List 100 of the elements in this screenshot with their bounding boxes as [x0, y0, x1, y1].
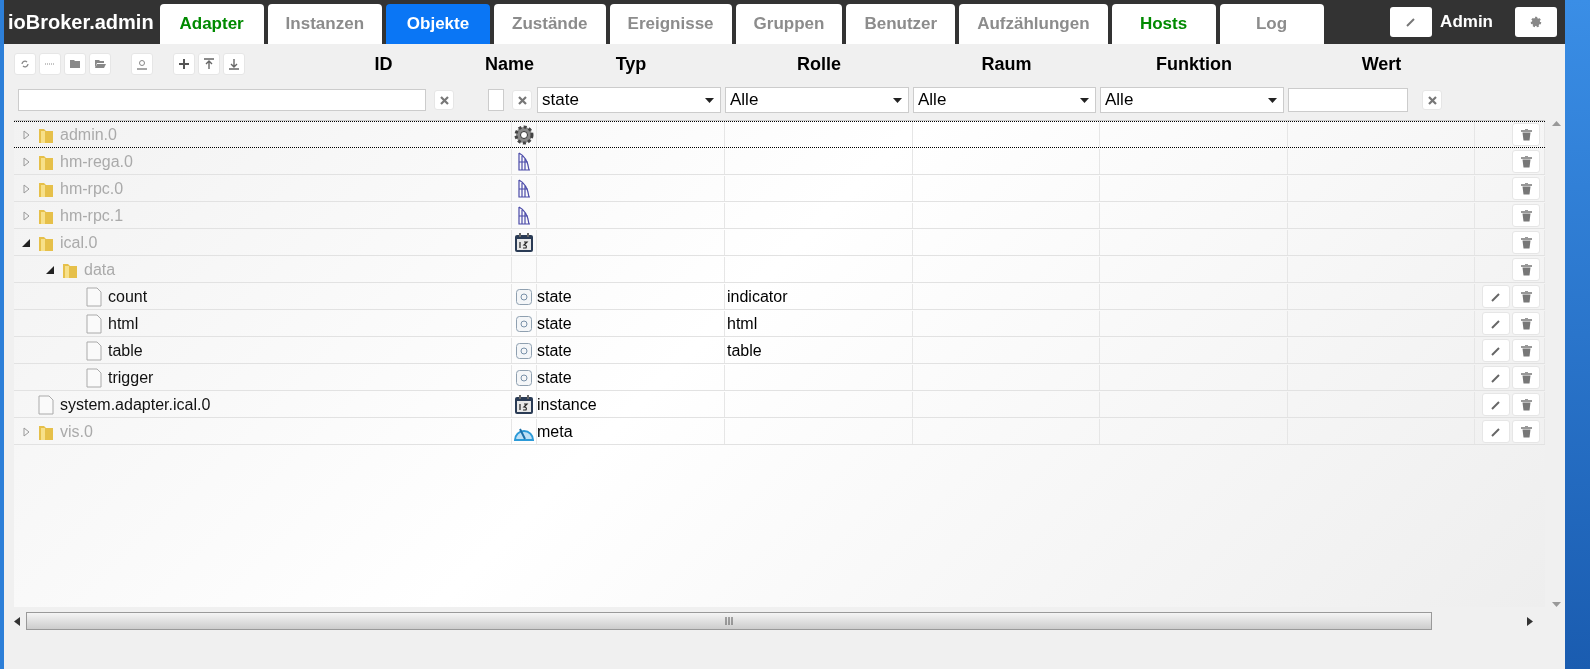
clear-button[interactable]	[512, 90, 532, 110]
caret-icon	[893, 97, 902, 103]
role-dropdown[interactable]: Alle	[725, 87, 909, 113]
tree-row[interactable]: vis.0 meta	[14, 418, 1545, 445]
scroll-up-icon[interactable]	[1551, 121, 1561, 126]
pencil-icon	[1490, 290, 1502, 303]
object-type: state	[537, 341, 572, 360]
trash-icon	[1520, 317, 1532, 330]
delete-button[interactable]	[1512, 339, 1540, 362]
file-icon	[86, 367, 102, 388]
horizontal-scrollbar-thumb[interactable]	[26, 612, 1432, 630]
value-filter-field[interactable]	[1288, 88, 1408, 112]
type-dropdown[interactable]: state	[537, 87, 721, 113]
tree-row[interactable]: trigger state	[14, 364, 1545, 391]
download-button[interactable]	[223, 53, 245, 75]
object-id: data	[84, 260, 116, 279]
delete-button[interactable]	[1512, 312, 1540, 335]
nav-tab[interactable]: Aufzählungen	[959, 4, 1108, 44]
collapsed-arrow-icon[interactable]	[22, 129, 30, 140]
delete-button[interactable]	[1512, 258, 1540, 281]
trash-icon	[1520, 182, 1532, 195]
object-role: html	[727, 314, 758, 333]
delete-button[interactable]	[1512, 231, 1540, 254]
sail-icon	[516, 205, 532, 226]
nav-tab[interactable]: Adapter	[159, 4, 264, 44]
delete-button[interactable]	[1512, 177, 1540, 200]
tree-row[interactable]: html state html	[14, 310, 1545, 337]
delete-button[interactable]	[1512, 123, 1540, 146]
nav-tab[interactable]: Gruppen	[735, 4, 843, 44]
tree-row[interactable]: hm-rega.0	[14, 148, 1545, 175]
folder-button[interactable]	[64, 53, 86, 75]
pencil-icon	[1490, 425, 1502, 438]
nav-tab[interactable]: Zustände	[494, 4, 606, 44]
upload-button[interactable]	[198, 53, 220, 75]
tree-row[interactable]: ical.0	[14, 229, 1545, 256]
app-title: ioBroker.admin	[8, 10, 154, 34]
scroll-left-icon[interactable]	[14, 616, 20, 626]
nav-tab[interactable]: Ereignisse	[609, 4, 732, 44]
tree-row[interactable]: data	[14, 256, 1545, 283]
nav-tab[interactable]: Benutzer	[846, 4, 956, 44]
tree-row[interactable]: hm-rpc.1	[14, 202, 1545, 229]
close-icon	[439, 95, 449, 105]
delete-button[interactable]	[1512, 393, 1540, 416]
object-id: ical.0	[60, 233, 98, 252]
refresh-button[interactable]	[14, 53, 36, 75]
function-dropdown[interactable]: Alle	[1100, 87, 1284, 113]
edit-button[interactable]	[1390, 7, 1433, 37]
tree-row[interactable]: hm-rpc.0	[14, 175, 1545, 202]
collapsed-arrow-icon[interactable]	[22, 210, 30, 221]
trash-icon	[1520, 398, 1532, 411]
nav-tab[interactable]: Hosts	[1111, 4, 1216, 44]
delete-button[interactable]	[1512, 150, 1540, 173]
settings-button[interactable]	[1515, 7, 1557, 37]
delete-button[interactable]	[1512, 420, 1540, 443]
collapsed-arrow-icon[interactable]	[22, 156, 30, 167]
open-folder-button[interactable]	[89, 53, 111, 75]
scroll-right-icon[interactable]	[1527, 616, 1533, 626]
trash-icon	[1520, 425, 1532, 438]
column-header: ID	[373, 53, 394, 75]
name-filter-field[interactable]	[488, 89, 504, 111]
object-id: hm-rpc.0	[60, 179, 124, 198]
close-icon	[1427, 95, 1437, 105]
trash-icon	[1520, 236, 1532, 249]
caret-icon	[1080, 97, 1089, 103]
id-filter-field[interactable]	[18, 89, 426, 111]
trash-icon	[1520, 290, 1532, 303]
collapsed-arrow-icon[interactable]	[22, 183, 30, 194]
object-id: table	[108, 341, 143, 360]
object-id: system.adapter.ical.0	[60, 395, 211, 414]
pencil-icon	[1490, 371, 1502, 384]
state-icon	[516, 342, 532, 359]
room-dropdown[interactable]: Alle	[913, 87, 1096, 113]
expanded-arrow-icon[interactable]	[46, 265, 54, 274]
user-name: Admin	[1440, 12, 1493, 32]
tree-row[interactable]: count state indicator	[14, 283, 1545, 310]
clear-button[interactable]	[1422, 90, 1442, 110]
gear-icon	[513, 123, 535, 146]
tree-row[interactable]: table state table	[14, 337, 1545, 364]
scroll-down-icon[interactable]	[1551, 602, 1561, 607]
nav-tab[interactable]: Log	[1219, 4, 1324, 44]
user-button[interactable]	[131, 53, 153, 75]
nav-tab[interactable]: Instanzen	[267, 4, 382, 44]
object-role: indicator	[727, 287, 788, 306]
add-button[interactable]	[173, 53, 195, 75]
clear-button[interactable]	[434, 90, 454, 110]
delete-button[interactable]	[1512, 204, 1540, 227]
settings-icon	[1530, 16, 1542, 28]
sail-icon	[516, 178, 532, 199]
object-type: instance	[537, 395, 597, 414]
expanded-arrow-icon[interactable]	[22, 238, 30, 247]
state-icon	[516, 315, 532, 332]
delete-button[interactable]	[1512, 285, 1540, 308]
pencil-icon	[1490, 344, 1502, 357]
object-type: state	[537, 368, 572, 387]
nav-tab[interactable]: Objekte	[386, 4, 490, 44]
column-header: Rolle	[796, 53, 842, 75]
object-type: meta	[537, 422, 573, 441]
delete-button[interactable]	[1512, 366, 1540, 389]
collapsed-arrow-icon[interactable]	[22, 426, 30, 437]
tree-row[interactable]: system.adapter.ical.0 instance	[14, 391, 1545, 418]
